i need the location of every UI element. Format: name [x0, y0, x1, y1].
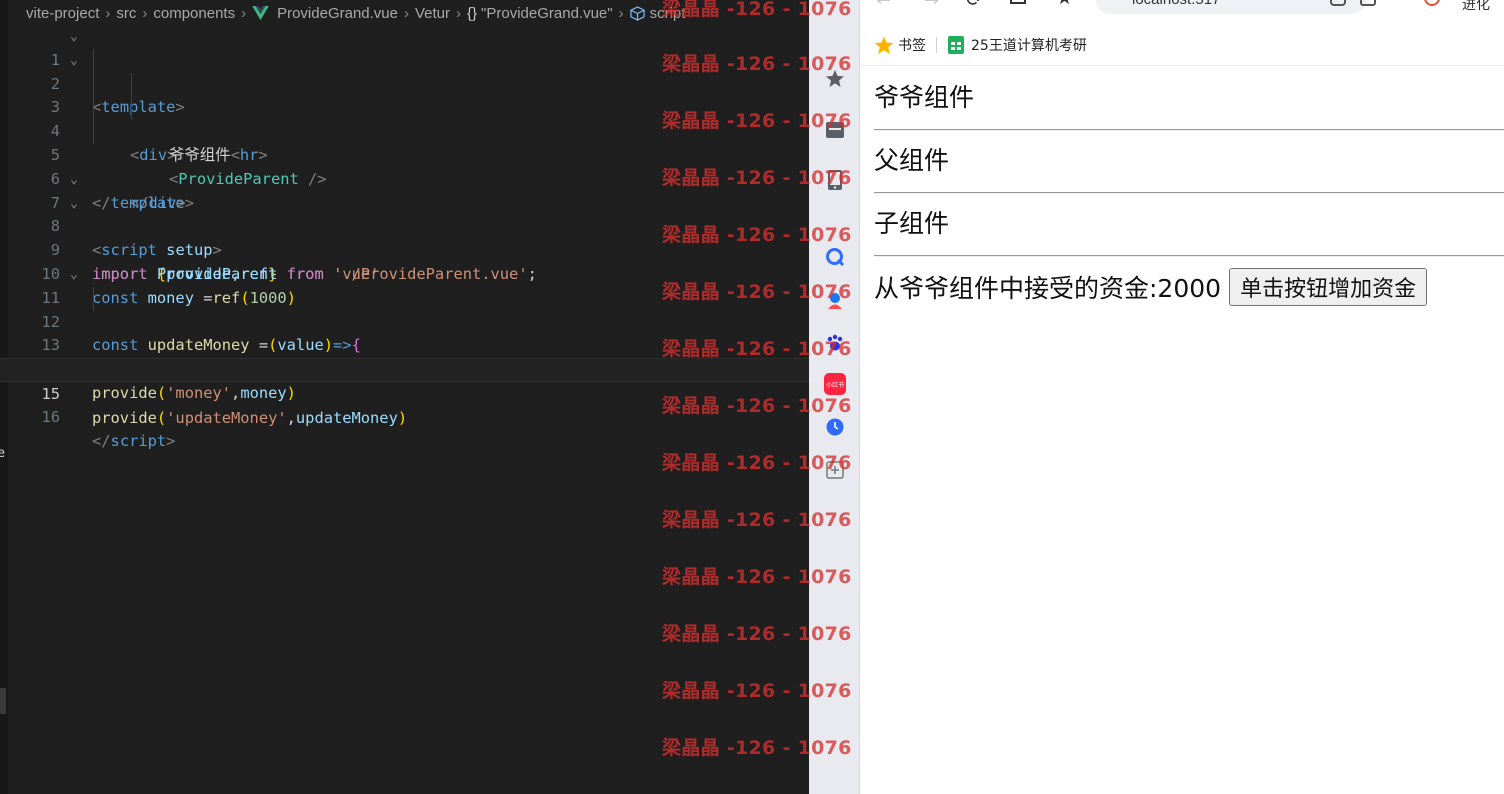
- code-line[interactable]: 4 <ProvideParent />: [0, 96, 809, 188]
- fold-chevron-icon[interactable]: ⌄: [70, 263, 84, 287]
- bookmark-item[interactable]: 25王道计算机考研: [947, 35, 1087, 55]
- code-editor[interactable]: e vite-project › src › components › Prov…: [0, 0, 809, 794]
- fold-chevron-icon[interactable]: ⌄: [70, 49, 84, 73]
- bookmark-label: 25王道计算机考研: [971, 38, 1087, 54]
- translate-icon[interactable]: [1360, 0, 1376, 6]
- chevron-right-icon: ›: [403, 4, 409, 22]
- code-line[interactable]: 6 </template>: [0, 144, 809, 212]
- scroll-marker: [0, 688, 6, 714]
- child-component-text: 子组件: [874, 209, 950, 238]
- increase-money-button[interactable]: 单击按钮增加资金: [1229, 268, 1428, 306]
- line-number: 16: [41, 407, 60, 426]
- received-money-text: 从爷爷组件中接受的资金:2000: [874, 274, 1222, 303]
- chevron-right-icon: ›: [456, 4, 462, 22]
- chevron-right-icon: ›: [142, 4, 148, 22]
- divider: [936, 37, 937, 53]
- star-icon: [874, 36, 894, 54]
- fold-chevron-icon[interactable]: ⌄: [70, 25, 84, 49]
- divider: [860, 65, 1504, 66]
- page-content: 爷爷组件 父组件 子组件 从爷爷组件中接受的资金:2000 单击按钮增加资金: [874, 78, 1504, 307]
- breadcrumb-item-src[interactable]: src: [116, 5, 136, 22]
- parent-component-text: 父组件: [874, 146, 950, 175]
- address-text[interactable]: localhost:517: [1132, 0, 1220, 8]
- fold-chevron-icon[interactable]: ⌄: [70, 192, 84, 216]
- code-line[interactable]: 8 ⌄ import {provide,ref} from 'vue': [0, 192, 809, 283]
- browser-sidebar: 小红书: [809, 0, 860, 794]
- horizontal-rule: [874, 192, 1504, 194]
- breadcrumb-item-components[interactable]: components: [153, 5, 235, 22]
- home-icon[interactable]: [1010, 0, 1026, 4]
- breadcrumb: vite-project › src › components › Provid…: [26, 3, 685, 23]
- paw-icon[interactable]: [824, 332, 846, 354]
- code-line[interactable]: 16 </script>: [0, 382, 809, 450]
- code-line[interactable]: 12 money.value +=value: [0, 286, 809, 378]
- chevron-right-icon: ›: [618, 4, 624, 22]
- code-line-current[interactable]: 15 provide('updateMoney',updateMoney): [0, 358, 809, 427]
- breadcrumb-item-file[interactable]: ProvideGrand.vue: [277, 5, 398, 22]
- sheet-icon: [948, 36, 964, 54]
- code-area[interactable]: 1 ⌄ <template> 2 ⌄ <div> 3 爷爷组件<hr> 4 <P…: [0, 25, 809, 450]
- reload-icon[interactable]: ⟳: [966, 0, 983, 11]
- add-icon[interactable]: [824, 459, 846, 481]
- phone-icon[interactable]: [824, 169, 846, 191]
- breadcrumb-item-vetur[interactable]: Vetur: [415, 5, 450, 22]
- browser-window: ← → ⟳ ★ localhost:517 进化 书签 25王道计算机考研 爷爷…: [860, 0, 1504, 794]
- chevron-right-icon: ›: [105, 4, 111, 22]
- screenshot-icon[interactable]: [1330, 0, 1346, 6]
- bookmark-star-icon[interactable]: ★: [1056, 0, 1073, 9]
- person-icon[interactable]: [824, 289, 846, 311]
- extension-icon[interactable]: [1424, 0, 1440, 6]
- breadcrumb-item-symbol[interactable]: "ProvideGrand.vue": [481, 5, 613, 22]
- clock-icon[interactable]: [824, 416, 846, 438]
- code-line[interactable]: 9 import ProvideParent from './ProvidePa…: [0, 215, 809, 283]
- money-row: 从爷爷组件中接受的资金:2000 单击按钮增加资金: [874, 267, 1504, 307]
- bookmarks-folder[interactable]: 书签: [874, 35, 926, 55]
- bookmarks-bar: 书签 25王道计算机考研: [860, 30, 1504, 60]
- breadcrumb-item-project[interactable]: vite-project: [26, 5, 99, 22]
- forward-icon[interactable]: →: [924, 0, 939, 11]
- code-line[interactable]: 5 </div>: [0, 120, 809, 212]
- vue-file-icon: [252, 6, 269, 20]
- code-line[interactable]: 3 爷爷组件<hr>: [0, 72, 809, 164]
- code-line[interactable]: 2 ⌄ <div>: [0, 48, 809, 164]
- horizontal-rule: [874, 129, 1504, 131]
- svg-text:小红书: 小红书: [826, 381, 844, 389]
- code-line[interactable]: 7 ⌄ <script setup>: [0, 168, 809, 259]
- address-right-text: 进化: [1462, 0, 1490, 13]
- code-line[interactable]: 11 ⌄ const updateMoney =(value)=>{: [0, 263, 809, 354]
- code-line[interactable]: 1 ⌄ <template>: [0, 25, 809, 116]
- bookmarks-label: 书签: [898, 38, 926, 54]
- xiaohongshu-icon[interactable]: 小红书: [824, 373, 846, 395]
- chevron-right-icon: ›: [241, 4, 247, 22]
- code-line[interactable]: 10 const money =ref(1000): [0, 239, 809, 307]
- search-q-icon[interactable]: [824, 246, 846, 268]
- star-icon[interactable]: [824, 68, 846, 90]
- address-bar[interactable]: localhost:517: [1096, 0, 1366, 14]
- tab-icon[interactable]: [824, 119, 846, 141]
- code-line[interactable]: 14 provide('money',money): [0, 334, 809, 402]
- cube-icon: [629, 5, 645, 21]
- horizontal-rule: [874, 255, 1504, 257]
- browser-toolbar: ← → ⟳ ★ localhost:517 进化: [860, 0, 1504, 16]
- fold-chevron-icon[interactable]: ⌄: [70, 168, 84, 192]
- back-icon[interactable]: ←: [876, 0, 891, 11]
- grand-component-text: 爷爷组件: [874, 83, 975, 112]
- breadcrumb-item-script[interactable]: script: [650, 5, 686, 22]
- code-line[interactable]: 13 }: [0, 311, 809, 378]
- object-icon: {}: [467, 4, 478, 22]
